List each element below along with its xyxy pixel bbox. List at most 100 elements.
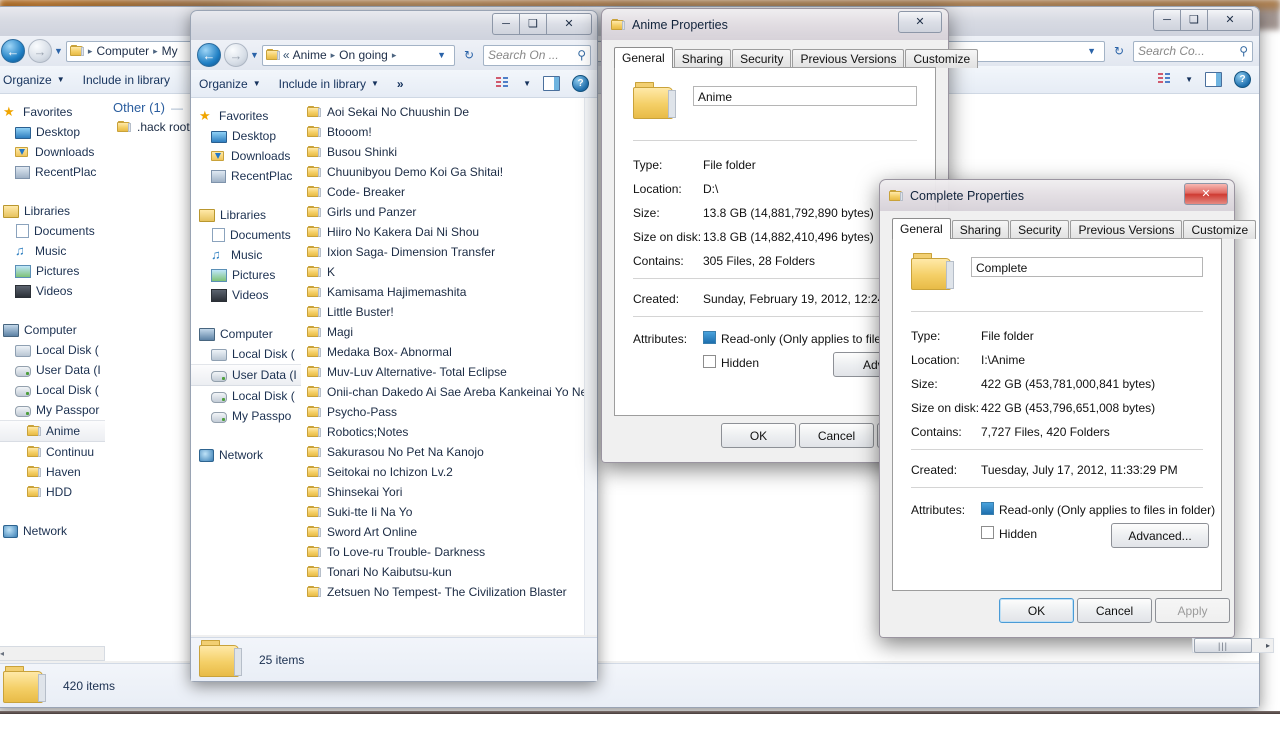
tab-customize[interactable]: Customize <box>1183 220 1257 239</box>
nav-group-network[interactable]: Network <box>0 521 105 541</box>
folder-name-field[interactable]: Complete <box>971 257 1203 277</box>
nav-item-local-disk-2[interactable]: Local Disk ( <box>191 386 301 406</box>
nav-item-local-disk-c[interactable]: Local Disk ( <box>0 340 105 360</box>
nav-item-local-disk-c[interactable]: Local Disk ( <box>191 344 301 364</box>
nav-item-desktop[interactable]: Desktop <box>0 122 105 142</box>
close-icon[interactable]: ✕ <box>546 13 592 35</box>
organize-button[interactable]: Organize ▼ <box>199 77 261 91</box>
organize-button[interactable]: Organize ▼ <box>3 73 65 87</box>
nav-pane-hscrollbar[interactable]: ◂ <box>0 646 105 661</box>
forward-button[interactable]: → <box>224 43 248 67</box>
refresh-button[interactable]: ↻ <box>458 44 480 67</box>
nav-item-recent-places[interactable]: RecentPlac <box>0 162 105 182</box>
breadcrumb-dropdown-icon[interactable]: ▼ <box>432 50 451 60</box>
list-item[interactable]: Chuunibyou Demo Koi Ga Shitai! <box>301 162 585 182</box>
include-in-library-button[interactable]: Include in library ▼ <box>279 77 379 91</box>
list-item[interactable]: Busou Shinki <box>301 142 585 162</box>
nav-item-music[interactable]: ♫ Music <box>191 245 301 265</box>
forward-button[interactable]: → <box>28 39 52 63</box>
list-item[interactable]: Btooom! <box>301 122 585 142</box>
list-item[interactable]: Sword Art Online <box>301 522 585 542</box>
scroll-left-icon[interactable]: ◂ <box>0 649 4 658</box>
hidden-checkbox[interactable] <box>981 526 994 539</box>
window-controls[interactable]: ─ ❑ ✕ <box>1153 9 1253 31</box>
tab-general[interactable]: General <box>892 218 951 239</box>
list-item[interactable]: Magi <box>301 322 585 342</box>
list-item[interactable]: Suki-tte Ii Na Yo <box>301 502 585 522</box>
list-item[interactable]: Sakurasou No Pet Na Kanojo <box>301 442 585 462</box>
nav-item-my-passport[interactable]: My Passpor <box>0 400 105 420</box>
help-icon[interactable]: ? <box>1234 71 1251 88</box>
tab-security[interactable]: Security <box>732 49 792 68</box>
tab-security[interactable]: Security <box>1010 220 1070 239</box>
tab-previous-versions[interactable]: Previous Versions <box>792 49 905 68</box>
nav-item-music[interactable]: ♫ Music <box>0 241 105 261</box>
ok-button[interactable]: OK <box>999 598 1074 623</box>
nav-item-pictures[interactable]: Pictures <box>191 265 301 285</box>
navigation-pane[interactable]: ★ Favorites Desktop Downloads RecentPlac… <box>191 98 302 635</box>
minimize-icon[interactable]: ─ <box>1153 9 1180 31</box>
list-item[interactable]: Code- Breaker <box>301 182 585 202</box>
nav-group-favorites[interactable]: ★ Favorites <box>0 102 105 122</box>
dialog-window-controls[interactable]: ✕ <box>898 11 942 33</box>
change-view-icon[interactable] <box>496 77 511 90</box>
search-input[interactable]: Search Co... ⚲ <box>1133 40 1253 62</box>
ok-button[interactable]: OK <box>721 423 796 448</box>
include-in-library-button[interactable]: Include in library <box>83 73 170 87</box>
apply-button[interactable]: Apply <box>1155 598 1230 623</box>
back-button[interactable]: ← <box>197 43 221 67</box>
list-item[interactable]: K <box>301 262 585 282</box>
cancel-button[interactable]: Cancel <box>1077 598 1152 623</box>
scroll-right-icon[interactable]: ▸ <box>1266 641 1273 650</box>
nav-item-my-passport[interactable]: My Passpo <box>191 406 301 426</box>
file-list-pane[interactable]: Aoi Sekai No Chuushin De Btooom! Busou Shi… <box>301 98 585 635</box>
nav-item-documents[interactable]: Documents <box>0 221 105 241</box>
breadcrumb-overflow-icon[interactable]: « <box>283 48 290 62</box>
hidden-checkbox[interactable] <box>703 355 716 368</box>
file-list-vscrollbar[interactable] <box>584 98 597 635</box>
list-item[interactable]: Girls und Panzer <box>301 202 585 222</box>
dialog-window-controls[interactable]: ✕ <box>1184 183 1228 205</box>
breadcrumb-item-anime[interactable]: Anime <box>293 48 327 62</box>
tab-strip[interactable]: General Sharing Security Previous Versio… <box>892 218 1257 239</box>
close-icon[interactable]: ✕ <box>1184 183 1228 205</box>
nav-item-documents[interactable]: Documents <box>191 225 301 245</box>
nav-item-recent-places[interactable]: RecentPlac <box>191 166 301 186</box>
nav-item-downloads[interactable]: Downloads <box>0 142 105 162</box>
view-dropdown-icon[interactable]: ▼ <box>1185 75 1193 84</box>
nav-group-computer[interactable]: Computer <box>0 320 105 340</box>
nav-item-desktop[interactable]: Desktop <box>191 126 301 146</box>
list-item[interactable]: Hiiro No Kakera Dai Ni Shou <box>301 222 585 242</box>
history-dropdown-icon[interactable]: ▼ <box>54 46 63 56</box>
nav-item-videos[interactable]: Videos <box>191 285 301 305</box>
nav-item-user-data[interactable]: User Data (I <box>191 364 301 386</box>
navigation-pane[interactable]: ★ Favorites Desktop Downloads RecentPlac… <box>0 94 106 661</box>
close-icon[interactable]: ✕ <box>898 11 942 33</box>
nav-group-libraries[interactable]: Libraries <box>191 205 301 225</box>
list-item[interactable]: Aoi Sekai No Chuushin De <box>301 102 585 122</box>
preview-pane-icon[interactable] <box>543 76 560 91</box>
list-item[interactable]: Shinsekai Yori <box>301 482 585 502</box>
nav-group-favorites[interactable]: ★ Favorites <box>191 106 301 126</box>
nav-item-downloads[interactable]: Downloads <box>191 146 301 166</box>
nav-item-videos[interactable]: Videos <box>0 281 105 301</box>
close-icon[interactable]: ✕ <box>1207 9 1253 31</box>
list-item[interactable]: Seitokai no Ichizon Lv.2 <box>301 462 585 482</box>
readonly-checkbox[interactable] <box>981 502 994 515</box>
list-item[interactable]: Kamisama Hajimemashita <box>301 282 585 302</box>
list-item[interactable]: Little Buster! <box>301 302 585 322</box>
breadcrumb-item-my[interactable]: My <box>162 44 178 58</box>
list-item[interactable]: Tonari No Kaibutsu-kun <box>301 562 585 582</box>
refresh-button[interactable]: ↻ <box>1108 40 1130 63</box>
minimize-icon[interactable]: ─ <box>492 13 519 35</box>
tab-sharing[interactable]: Sharing <box>951 220 1010 239</box>
group-collapse-icon[interactable]: — <box>171 101 183 115</box>
tab-sharing[interactable]: Sharing <box>673 49 732 68</box>
readonly-checkbox[interactable] <box>703 331 716 344</box>
tab-general[interactable]: General <box>614 47 673 68</box>
maximize-icon[interactable]: ❑ <box>519 13 546 35</box>
tab-strip[interactable]: General Sharing Security Previous Versio… <box>614 47 979 68</box>
tab-customize[interactable]: Customize <box>905 49 979 68</box>
hscrollbar-thumb[interactable]: ||| <box>1194 638 1252 653</box>
view-dropdown-icon[interactable]: ▼ <box>523 79 531 88</box>
